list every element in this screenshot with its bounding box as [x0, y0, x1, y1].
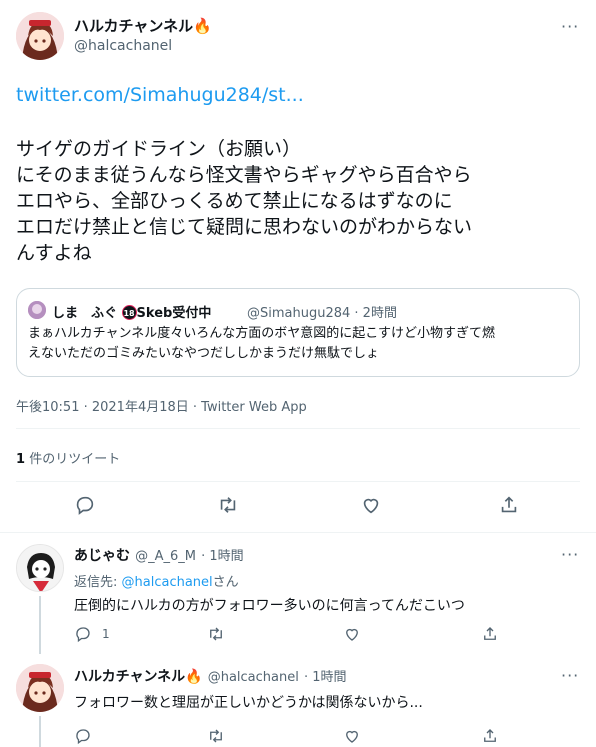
tweet-text-line: エロだけ禁止と信じて疑問に思わないのがわからない	[16, 216, 473, 238]
quote-text: まぁハルカチャンネル度々いろんな方面のボヤ意図的に起こすけど小物すぎて燃 えない…	[28, 324, 495, 364]
avatar[interactable]	[16, 12, 64, 60]
reply-icon	[76, 729, 90, 745]
quote-handle[interactable]: @Simahugu284	[247, 306, 350, 321]
reply-avatar[interactable]	[16, 664, 64, 712]
reply-display-name[interactable]: ハルカチャンネル🔥	[74, 669, 203, 685]
reply-header: あじゃむ @_A_6_M · 1時間	[74, 545, 244, 565]
handle[interactable]: @halcachanel	[74, 38, 172, 54]
quote-time[interactable]: · 2時間	[354, 306, 397, 321]
retweet-button[interactable]	[207, 625, 225, 643]
thread-line	[39, 596, 41, 654]
reply-display-name[interactable]: あじゃむ	[74, 548, 130, 564]
quote-avatar[interactable]	[28, 301, 46, 319]
tweet-text-line: サイゲのガイドライン（お願い）	[16, 138, 302, 160]
quote-name-suffix[interactable]: Skeb受付中	[137, 306, 212, 321]
reply-button[interactable]	[74, 727, 92, 745]
retweet-button[interactable]	[217, 494, 239, 516]
retweet-icon	[210, 627, 222, 641]
share-icon	[484, 627, 496, 640]
retweet-icon	[210, 729, 222, 743]
display-name[interactable]: ハルカチャンネル🔥	[74, 15, 212, 36]
reply-avatar[interactable]	[16, 544, 64, 592]
reply-time[interactable]: · 1時間	[201, 549, 244, 564]
reply-text: 圧倒的にハルカの方がフォロワー多いのに何言ってんだこいつ	[74, 598, 465, 614]
reply-icon	[76, 627, 90, 643]
quote-tweet-card[interactable]: しま ふぐ 18 Skeb受付中 @Simahugu284 · 2時間 まぁハルカ…	[16, 288, 580, 377]
retweet-label: 件のリツイート	[29, 452, 121, 467]
share-icon	[484, 729, 496, 742]
tweet-text-line: エロやら、全部ひっくるめて禁止になるはずなのに	[16, 190, 453, 212]
divider	[16, 481, 580, 482]
reply-icon	[76, 496, 94, 515]
share-button[interactable]	[498, 494, 520, 516]
tweet-link[interactable]: twitter.com/Simahugu284/st...	[16, 84, 304, 106]
quote-text-line: えないただのゴミみたいなやつだししかまうだけ無駄でしょ	[28, 346, 380, 361]
share-icon	[501, 496, 517, 513]
replying-to-suffix: さん	[212, 575, 239, 590]
like-button[interactable]	[360, 494, 382, 516]
tweet-timestamp[interactable]: 午後10:51 · 2021年4月18日 · Twitter Web App	[16, 396, 307, 415]
divider	[16, 428, 580, 429]
tweet-text: サイゲのガイドライン（お願い） にそのまま従うんなら怪文書やらギャグやら百合やら…	[16, 136, 472, 266]
fire-emoji-icon: 🔥	[185, 669, 203, 685]
more-icon[interactable]: ···	[561, 17, 579, 36]
quote-name-text[interactable]: しま ふぐ	[52, 306, 117, 321]
like-icon	[346, 730, 358, 743]
reply-handle[interactable]: @halcachanel	[208, 670, 299, 685]
retweet-icon	[220, 497, 236, 513]
tweet-text-line: にそのまま従うんなら怪文書やらギャグやら百合やら	[16, 164, 472, 186]
divider	[0, 532, 596, 533]
reply-button[interactable]	[74, 494, 96, 516]
age-18-badge-icon: 18	[121, 305, 137, 320]
more-icon[interactable]: ···	[561, 545, 579, 564]
share-button[interactable]	[481, 625, 499, 643]
replying-to-prefix: 返信先:	[74, 575, 122, 590]
reply-handle[interactable]: @_A_6_M	[135, 549, 196, 564]
more-icon[interactable]: ···	[561, 666, 579, 685]
replying-to-mention[interactable]: @halcachanel	[122, 575, 213, 590]
reply-header: ハルカチャンネル🔥 @halcachanel · 1時間	[74, 666, 346, 686]
like-icon	[346, 628, 358, 641]
fire-emoji-icon: 🔥	[193, 17, 212, 35]
quote-text-line: まぁハルカチャンネル度々いろんな方面のボヤ意図的に起こすけど小物すぎて燃	[28, 326, 495, 341]
reply-button[interactable]: 1	[74, 625, 110, 643]
tweet-text-line: んすよね	[16, 242, 92, 264]
reply-time[interactable]: · 1時間	[304, 670, 347, 685]
quote-handle-time: @Simahugu284 · 2時間	[247, 302, 397, 321]
quote-display-name[interactable]: しま ふぐ 18 Skeb受付中	[52, 302, 211, 321]
badge-number: 18	[123, 309, 135, 318]
like-icon	[363, 498, 379, 514]
reply-display-name-text[interactable]: ハルカチャンネル	[74, 669, 185, 685]
retweet-count: 1	[16, 452, 26, 467]
share-button[interactable]	[481, 727, 499, 745]
retweet-button[interactable]	[207, 727, 225, 745]
reply-count: 1	[102, 627, 110, 641]
display-name-text[interactable]: ハルカチャンネル	[74, 17, 193, 35]
like-button[interactable]	[343, 625, 361, 643]
like-button[interactable]	[343, 727, 361, 745]
reply-text: フォロワー数と理屈が正しいかどうかは関係ないから...	[74, 695, 423, 711]
thread-line	[39, 716, 41, 747]
retweet-stat[interactable]: 1 件のリツイート	[16, 448, 120, 467]
replying-to: 返信先: @halcachanelさん	[74, 571, 239, 590]
